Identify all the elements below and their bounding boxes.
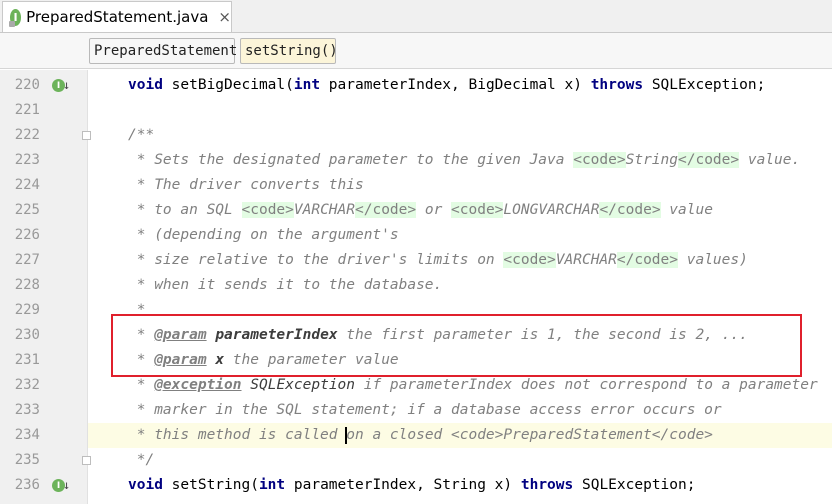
code-token: <code> xyxy=(241,202,294,218)
line-number: 227 xyxy=(14,252,40,268)
line-number: 231 xyxy=(14,352,40,368)
code-token: value xyxy=(660,202,713,218)
code-token: VARCHAR xyxy=(555,252,617,268)
code-token: void xyxy=(128,77,163,93)
code-token: <code> xyxy=(503,252,556,268)
code-line-text: * size relative to the driver's limits o… xyxy=(128,248,748,273)
code-token: VARCHAR xyxy=(293,202,355,218)
code-editor[interactable]: void setBigDecimal(int parameterIndex, B… xyxy=(88,70,832,504)
code-token: String xyxy=(625,152,678,168)
line-number: 222 xyxy=(14,127,40,143)
code-token: parameterIndex, BigDecimal x) xyxy=(320,77,591,93)
code-line-text: * to an SQL <code>VARCHAR</code> or <cod… xyxy=(128,198,713,223)
code-token: /** xyxy=(128,127,155,143)
line-number: 232 xyxy=(14,377,40,393)
code-token: * xyxy=(128,377,155,393)
line-number: 225 xyxy=(14,202,40,218)
code-line[interactable]: * to an SQL <code>VARCHAR</code> or <cod… xyxy=(88,198,832,223)
code-token: LONGVARCHAR xyxy=(503,202,600,218)
line-number-gutter[interactable]: 220 I ↓ 221 222 223 224 225 226 227 228 229 230 231 23… xyxy=(0,70,91,504)
line-number: 223 xyxy=(14,152,40,168)
code-line[interactable]: * marker in the SQL statement; if a data… xyxy=(88,398,832,423)
breadcrumb: PreparedStatement setString() xyxy=(0,33,832,69)
code-token: throws xyxy=(520,477,574,493)
code-line[interactable]: void setString(int parameterIndex, Strin… xyxy=(88,473,832,498)
line-number: 233 xyxy=(14,402,40,418)
code-line[interactable]: * Sets the designated parameter to the g… xyxy=(88,148,832,173)
code-line-text: * The driver converts this xyxy=(128,173,364,198)
code-token: setString( xyxy=(162,477,259,493)
line-number: 224 xyxy=(14,177,40,193)
code-token: @exception xyxy=(154,377,242,393)
interface-icon: I xyxy=(8,8,22,27)
line-number: 228 xyxy=(14,277,40,293)
code-line-text: * this method is called on a closed <cod… xyxy=(128,423,713,448)
code-token: SQLException xyxy=(250,377,356,393)
code-token: values) xyxy=(678,252,748,268)
code-token: * The driver converts this xyxy=(128,177,364,193)
code-token: * marker in the SQL statement; if a data… xyxy=(128,402,722,418)
code-line[interactable]: * this method is called on a closed <cod… xyxy=(88,423,832,448)
code-token: * this method is called xyxy=(128,427,347,443)
code-token: setBigDecimal( xyxy=(162,77,294,93)
code-token: void xyxy=(128,477,163,493)
line-number: 236 xyxy=(14,477,40,493)
code-line[interactable]: /** xyxy=(88,123,832,148)
code-token: SQLException; xyxy=(573,477,696,493)
code-token: * size relative to the driver's limits o… xyxy=(128,252,504,268)
down-arrow-icon: ↓ xyxy=(63,478,71,492)
close-icon[interactable]: × xyxy=(218,8,231,26)
line-number: 235 xyxy=(14,452,40,468)
code-token: * (depending on the argument's xyxy=(128,227,399,243)
annotation-highlight-box xyxy=(111,314,802,377)
code-token: * when it sends it to the database. xyxy=(128,277,443,293)
code-token: </code> xyxy=(678,152,740,168)
code-line[interactable] xyxy=(88,98,832,123)
editor-tab-bar: I PreparedStatement.java × xyxy=(0,0,832,33)
line-number: 234 xyxy=(14,427,40,443)
code-token: if parameterIndex does not correspond to… xyxy=(355,377,818,393)
code-token: int xyxy=(258,477,286,493)
breadcrumb-item-method[interactable]: setString() xyxy=(240,38,338,64)
code-token: or xyxy=(416,202,452,218)
code-token: throws xyxy=(590,77,644,93)
down-arrow-icon: ↓ xyxy=(63,78,71,92)
code-line-text: * when it sends it to the database. xyxy=(128,273,443,298)
code-line-text: * (depending on the argument's xyxy=(128,223,399,248)
code-token: <code> xyxy=(451,202,504,218)
line-number: 220 xyxy=(14,77,40,93)
code-line-text: * marker in the SQL statement; if a data… xyxy=(128,398,722,423)
code-line-text: * Sets the designated parameter to the g… xyxy=(128,148,800,173)
code-token: parameterIndex, String x) xyxy=(285,477,521,493)
code-line-text: /** xyxy=(128,123,154,148)
line-number: 229 xyxy=(14,302,40,318)
code-token: * Sets the designated parameter to the g… xyxy=(128,152,574,168)
code-line-text: void setString(int parameterIndex, Strin… xyxy=(128,473,695,498)
code-token: on a closed <code>PreparedStatement</cod… xyxy=(346,427,713,443)
tab-title: PreparedStatement.java xyxy=(26,8,209,26)
line-number: 221 xyxy=(14,102,40,118)
code-token: </code> xyxy=(355,202,417,218)
line-number: 230 xyxy=(14,327,40,343)
code-token: </code> xyxy=(616,252,678,268)
code-line[interactable]: * (depending on the argument's xyxy=(88,223,832,248)
code-token: value. xyxy=(739,152,801,168)
code-line[interactable]: void setBigDecimal(int parameterIndex, B… xyxy=(88,73,832,98)
tab-prepared-statement-java[interactable]: I PreparedStatement.java × xyxy=(2,1,232,32)
code-token: <code> xyxy=(573,152,626,168)
code-token: * to an SQL xyxy=(128,202,242,218)
code-line[interactable]: * The driver converts this xyxy=(88,173,832,198)
line-number: 226 xyxy=(14,227,40,243)
code-line[interactable]: */ xyxy=(88,448,832,473)
code-token: </code> xyxy=(599,202,661,218)
breadcrumb-item-class[interactable]: PreparedStatement xyxy=(89,38,237,64)
code-line-text: */ xyxy=(128,448,154,473)
code-line-text: void setBigDecimal(int parameterIndex, B… xyxy=(128,73,765,98)
code-line[interactable]: * when it sends it to the database. xyxy=(88,273,832,298)
code-token: SQLException; xyxy=(643,77,766,93)
code-line[interactable]: * size relative to the driver's limits o… xyxy=(88,248,832,273)
code-token: */ xyxy=(128,452,155,468)
code-token: int xyxy=(293,77,321,93)
